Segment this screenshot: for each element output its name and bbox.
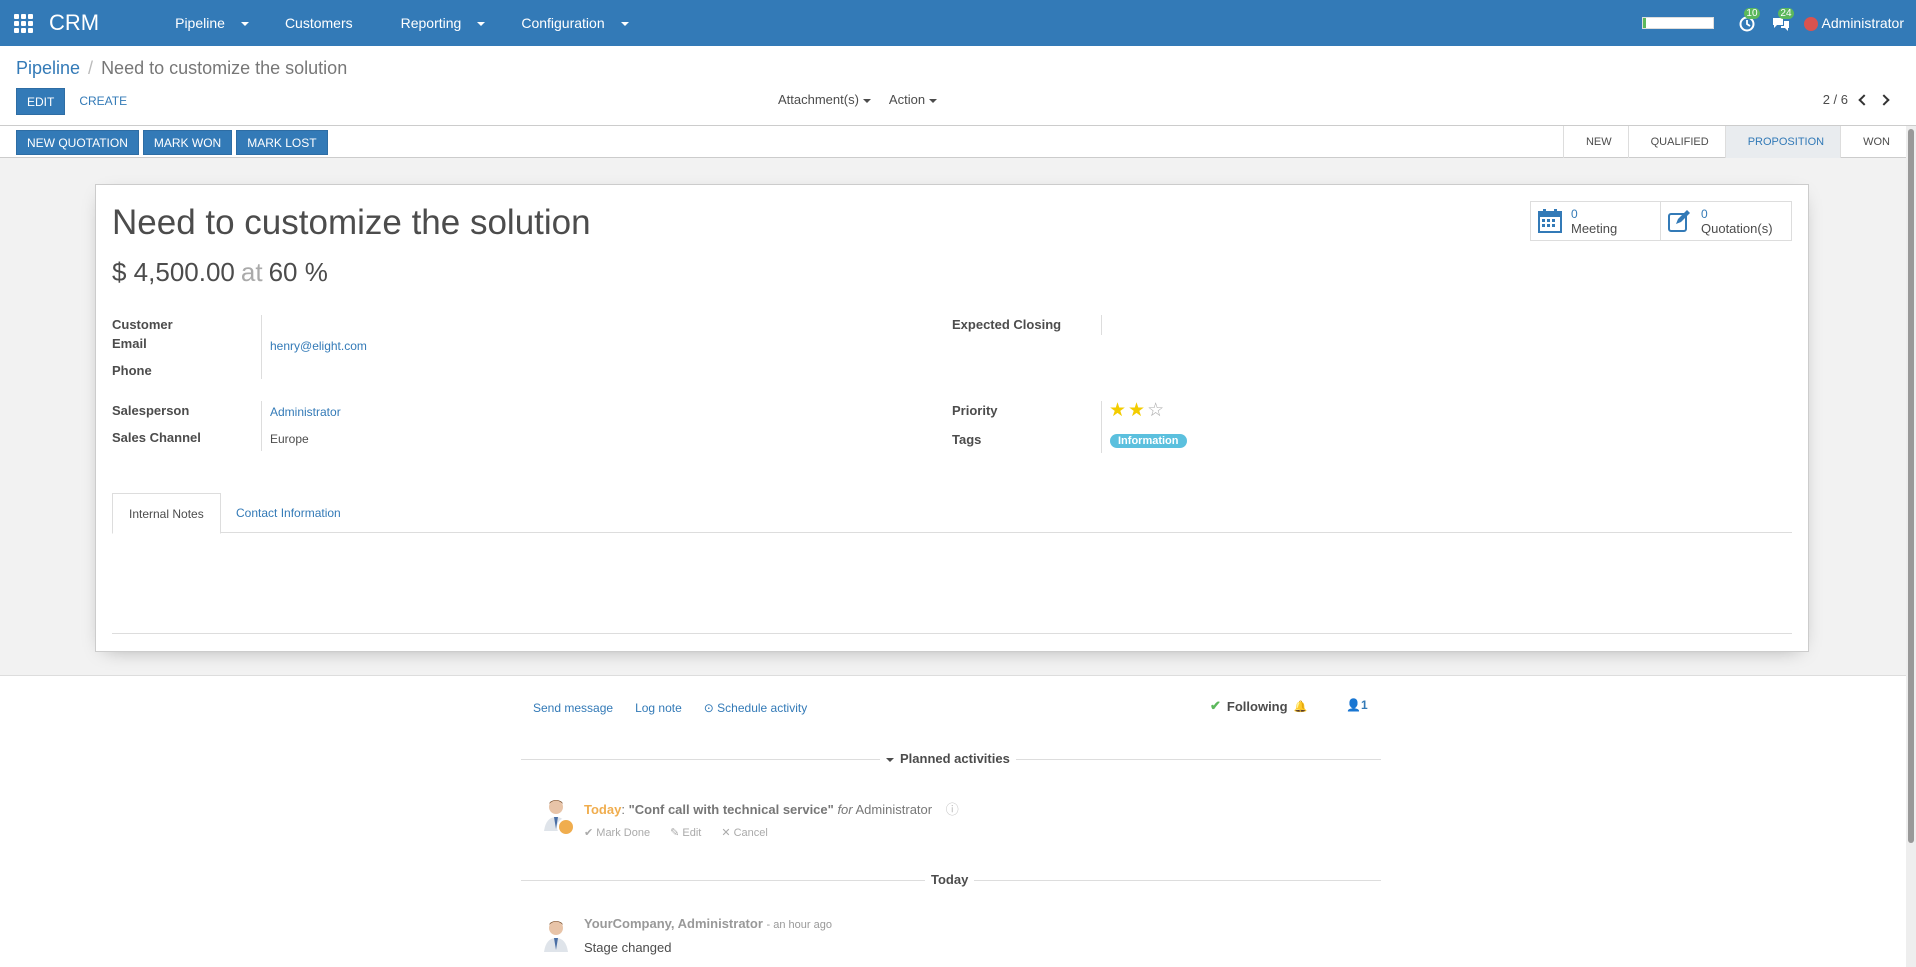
main-menu: Pipeline Customers Reporting Configurati… — [151, 15, 641, 31]
bell-icon[interactable]: 🔔 — [1294, 700, 1308, 713]
expected-closing-label: Expected Closing — [952, 317, 1062, 332]
tab-internal-notes[interactable]: Internal Notes — [112, 493, 221, 534]
caret-down-icon — [886, 757, 894, 762]
star-icon[interactable]: ★ — [1109, 401, 1126, 420]
customer-label: Customer — [112, 317, 173, 332]
attachments-dropdown[interactable]: Attachment(s) — [778, 92, 871, 107]
priority-widget: ★ ★ ☆ — [1109, 401, 1164, 420]
menu-customers[interactable]: Customers — [261, 15, 377, 31]
chatter: Send message Log note ⊙ Schedule activit… — [0, 676, 1906, 967]
mark-won-button[interactable]: MARK WON — [142, 130, 233, 155]
send-message-button[interactable]: Send message — [533, 701, 613, 715]
messages-count-badge: 24 — [1778, 8, 1794, 19]
caret-down-icon — [929, 98, 938, 103]
progress-fill — [1642, 18, 1647, 28]
tag-badge[interactable]: Information — [1110, 434, 1187, 448]
tab-contact-information[interactable]: Contact Information — [220, 493, 357, 534]
pager-value[interactable]: 2 / 6 — [1823, 92, 1848, 107]
caret-down-icon — [620, 22, 629, 27]
star-icon[interactable]: ★ — [1128, 401, 1145, 420]
mark-lost-button[interactable]: MARK LOST — [236, 130, 328, 155]
messaging-icon[interactable]: 24 — [1770, 8, 1794, 34]
clock-icon: ⊙ — [703, 701, 718, 715]
today-separator: Today — [925, 872, 975, 887]
caret-down-icon — [862, 98, 871, 103]
menu-pipeline[interactable]: Pipeline — [151, 15, 261, 31]
check-icon: ✔ — [1210, 698, 1221, 713]
following-button[interactable]: ✔ Following 🔔 — [1210, 698, 1307, 714]
star-outline-icon[interactable]: ☆ — [1147, 401, 1164, 420]
expected-revenue: $ 4,500.00 at 60 % — [112, 257, 328, 287]
next-icon[interactable] — [1878, 92, 1890, 107]
log-note-button[interactable]: Log note — [635, 701, 682, 715]
breadcrumb-pipeline[interactable]: Pipeline — [16, 58, 80, 78]
meeting-button[interactable]: 0 Meeting — [1531, 202, 1661, 240]
salesperson-label: Salesperson — [112, 403, 190, 418]
message-body: Stage changed — [584, 940, 672, 955]
stage-pipeline: NEW QUALIFIED PROPOSITION WON — [1562, 126, 1906, 158]
breadcrumb-current: Need to customize the solution — [101, 58, 348, 78]
followers-button[interactable]: 👤1 — [1346, 698, 1368, 712]
form-statusbar: NEW QUOTATION MARK WON MARK LOST NEW QUA… — [0, 126, 1906, 158]
control-panel: Pipeline / Need to customize the solution … — [0, 46, 1916, 126]
pager: 2 / 6 — [1823, 92, 1890, 107]
message-author: YourCompany, Administrator - an hour ago — [584, 916, 832, 931]
create-button[interactable]: CREATE — [69, 88, 137, 115]
stage-proposition[interactable]: PROPOSITION — [1724, 126, 1841, 158]
caret-down-icon — [240, 22, 249, 27]
caret-down-icon — [477, 22, 486, 27]
info-icon[interactable]: ⓘ — [946, 802, 959, 817]
smart-buttons: 0 Meeting 0 Quotation(s) — [1530, 201, 1792, 241]
stage-won[interactable]: WON — [1840, 126, 1906, 158]
sales-channel-label: Sales Channel — [112, 430, 201, 445]
quotations-button[interactable]: 0 Quotation(s) — [1661, 202, 1791, 240]
breadcrumb: Pipeline / Need to customize the solution — [16, 58, 348, 78]
email-label: Email — [112, 336, 147, 351]
avatar — [540, 916, 572, 952]
mark-done-button[interactable]: ✔ Mark Done — [584, 826, 650, 839]
user-menu[interactable]: Administrator — [1803, 15, 1904, 32]
edit-activity-button[interactable]: ✎ Edit — [670, 826, 701, 839]
main-navbar: CRM Pipeline Customers Reporting Configu… — [0, 0, 1916, 46]
cancel-activity-button[interactable]: ✕ Cancel — [721, 826, 768, 839]
previous-icon[interactable] — [1858, 92, 1870, 107]
probability-value: 60 % — [268, 257, 328, 287]
activity-count-badge: 10 — [1744, 8, 1760, 19]
revenue-value: $ 4,500.00 — [112, 257, 235, 287]
onboarding-progress-bar[interactable] — [1641, 17, 1714, 29]
app-name[interactable]: CRM — [49, 10, 99, 36]
tags-label: Tags — [952, 432, 982, 447]
activity-summary: Today: "Conf call with technical service… — [584, 802, 959, 817]
notebook-tabs: Internal Notes Contact Information — [112, 493, 1792, 534]
edit-icon — [1668, 210, 1690, 232]
phone-icon — [557, 818, 575, 836]
planned-activities-toggle[interactable]: Planned activities — [880, 751, 1016, 766]
schedule-activity-button[interactable]: ⊙ Schedule activity — [704, 701, 807, 715]
form-sheet: Need to customize the solution $ 4,500.0… — [95, 184, 1809, 652]
scrollbar[interactable] — [1906, 126, 1916, 967]
phone-label: Phone — [112, 363, 152, 378]
email-field[interactable]: henry@elight.com — [270, 339, 367, 353]
stage-qualified[interactable]: QUALIFIED — [1627, 126, 1725, 158]
stage-new[interactable]: NEW — [1562, 126, 1628, 158]
user-icon: 👤 — [1346, 698, 1361, 712]
user-avatar — [1803, 17, 1818, 32]
systray: 10 24 Administrator — [1641, 0, 1916, 46]
new-quotation-button[interactable]: NEW QUOTATION — [16, 130, 139, 155]
salesperson-field[interactable]: Administrator — [270, 405, 341, 419]
menu-reporting[interactable]: Reporting — [377, 15, 498, 31]
opportunity-title: Need to customize the solution — [112, 203, 591, 242]
action-dropdown[interactable]: Action — [889, 92, 938, 107]
activity-clock-icon[interactable]: 10 — [1736, 8, 1760, 34]
sales-channel-field[interactable]: Europe — [270, 432, 309, 446]
scrollbar-thumb[interactable] — [1908, 129, 1914, 843]
edit-button[interactable]: EDIT — [16, 88, 66, 115]
apps-menu-icon[interactable] — [0, 0, 46, 46]
priority-label: Priority — [952, 403, 998, 418]
menu-configuration[interactable]: Configuration — [497, 15, 640, 31]
calendar-icon — [1538, 209, 1562, 233]
form-sheet-background: Need to customize the solution $ 4,500.0… — [0, 158, 1906, 676]
